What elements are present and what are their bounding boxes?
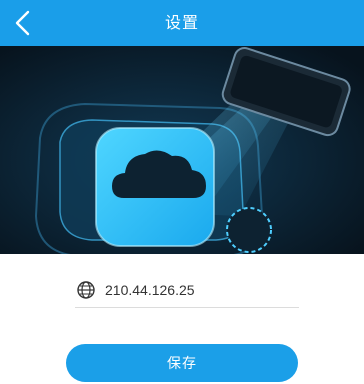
server-ip-input[interactable]: [105, 278, 285, 302]
page-title: 设置: [164, 13, 199, 32]
cloud-server-illustration: [0, 46, 364, 254]
hero-illustration: [0, 46, 364, 254]
globe-icon: [77, 281, 95, 299]
top-bar: 设置: [0, 0, 364, 46]
save-button[interactable]: 保存: [66, 344, 298, 382]
server-ip-row: [75, 275, 299, 308]
